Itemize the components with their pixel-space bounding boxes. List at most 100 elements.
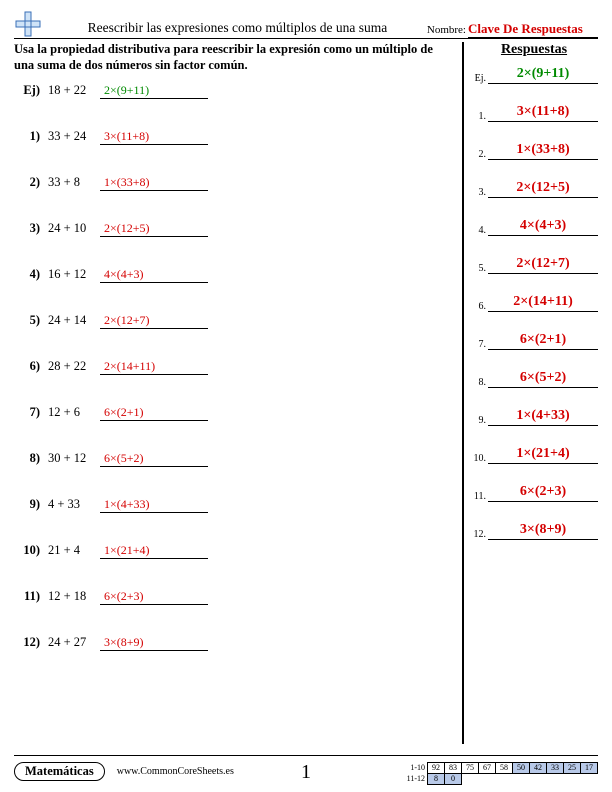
score-cell: 42 — [530, 763, 547, 774]
score-table: 1-10 92 83 75 67 58 50 42 33 25 17 11-12… — [401, 762, 598, 785]
answer-index: 8. — [470, 377, 486, 388]
problem-answer: 2×(12+5) — [100, 221, 208, 237]
problem-expression: 12 + 18 — [48, 589, 100, 604]
problem-row: 2) 33 + 8 1×(33+8) — [14, 175, 452, 191]
problem-number: 7) — [14, 405, 40, 420]
problem-answer: 2×(14+11) — [100, 359, 208, 375]
worksheet-page: Reescribir las expresiones como múltiplo… — [0, 0, 612, 792]
problem-row: 1) 33 + 24 3×(11+8) — [14, 129, 452, 145]
answer-value: 1×(4+33) — [488, 408, 598, 426]
problem-number: 10) — [14, 543, 40, 558]
problems-column: Usa la propiedad distributiva para reesc… — [14, 42, 460, 744]
answer-index: 7. — [470, 339, 486, 350]
problem-row: 8) 30 + 12 6×(5+2) — [14, 451, 452, 467]
answer-index: 12. — [470, 529, 486, 540]
score-cell: 92 — [428, 763, 445, 774]
score-cell: 25 — [564, 763, 581, 774]
problem-number: 2) — [14, 175, 40, 190]
problem-expression: 21 + 4 — [48, 543, 100, 558]
problem-row: 12) 24 + 27 3×(8+9) — [14, 635, 452, 651]
answer-value: 6×(5+2) — [488, 370, 598, 388]
problem-expression: 12 + 6 — [48, 405, 100, 420]
answer-index: 10. — [470, 453, 486, 464]
problem-expression: 33 + 24 — [48, 129, 100, 144]
answer-value: 2×(14+11) — [488, 294, 598, 312]
website-text: www.CommonCoreSheets.es — [117, 766, 234, 777]
answer-value: 2×(12+7) — [488, 256, 598, 274]
problem-answer: 1×(33+8) — [100, 175, 208, 191]
answer-line: 7. 6×(2+1) — [470, 332, 598, 350]
example-row: Ej) 18 + 22 2×(9+11) — [14, 83, 452, 99]
answer-index: 4. — [470, 225, 486, 236]
problem-row: 5) 24 + 14 2×(12+7) — [14, 313, 452, 329]
score-cell: 58 — [496, 763, 513, 774]
score-cell: 50 — [513, 763, 530, 774]
answer-value: 3×(11+8) — [488, 104, 598, 122]
problem-number: 5) — [14, 313, 40, 328]
problem-answer: 2×(12+7) — [100, 313, 208, 329]
answer-line: 8. 6×(5+2) — [470, 370, 598, 388]
problem-row: 6) 28 + 22 2×(14+11) — [14, 359, 452, 375]
answer-index: 5. — [470, 263, 486, 274]
answer-value: 2×(12+5) — [488, 180, 598, 198]
answer-value: 4×(4+3) — [488, 218, 598, 236]
answer-value: 3×(8+9) — [488, 522, 598, 540]
problem-number: 11) — [14, 589, 40, 604]
example-answer: 2×(9+11) — [100, 83, 208, 99]
instructions: Usa la propiedad distributiva para reesc… — [14, 42, 452, 73]
name-label: Nombre: — [427, 24, 466, 38]
problem-expression: 33 + 8 — [48, 175, 100, 190]
answer-value: 1×(33+8) — [488, 142, 598, 160]
plus-logo-icon — [14, 10, 42, 38]
answer-index: 2. — [470, 149, 486, 160]
answers-column: Respuestas Ej. 2×(9+11) 1. 3×(11+8) 2. 1… — [466, 42, 598, 744]
answer-line-example: Ej. 2×(9+11) — [470, 66, 598, 84]
score-cell: 8 — [428, 774, 445, 785]
answer-index: 3. — [470, 187, 486, 198]
subject-box: Matemáticas — [14, 762, 105, 781]
problem-expression: 24 + 10 — [48, 221, 100, 236]
problem-row: 11) 12 + 18 6×(2+3) — [14, 589, 452, 605]
answer-line: 9. 1×(4+33) — [470, 408, 598, 426]
problem-row: 10) 21 + 4 1×(21+4) — [14, 543, 452, 559]
problem-expression: 30 + 12 — [48, 451, 100, 466]
answers-title: Respuestas — [470, 42, 598, 58]
example-expression: 18 + 22 — [48, 83, 100, 98]
content: Usa la propiedad distributiva para reesc… — [14, 42, 598, 744]
answer-value: 6×(2+1) — [488, 332, 598, 350]
example-label: Ej) — [14, 83, 40, 98]
answer-line: 10. 1×(21+4) — [470, 446, 598, 464]
answer-line: 6. 2×(14+11) — [470, 294, 598, 312]
score-cell: 33 — [547, 763, 564, 774]
answer-line: 4. 4×(4+3) — [470, 218, 598, 236]
answer-line: 12. 3×(8+9) — [470, 522, 598, 540]
page-number: 1 — [301, 761, 311, 784]
answer-line: 11. 6×(2+3) — [470, 484, 598, 502]
problem-number: 6) — [14, 359, 40, 374]
score-row2-label: 11-12 — [401, 774, 428, 785]
score-cell: 75 — [462, 763, 479, 774]
problem-answer: 3×(11+8) — [100, 129, 208, 145]
problem-expression: 28 + 22 — [48, 359, 100, 374]
problem-row: 4) 16 + 12 4×(4+3) — [14, 267, 452, 283]
problem-number: 8) — [14, 451, 40, 466]
problem-number: 12) — [14, 635, 40, 650]
problem-expression: 24 + 27 — [48, 635, 100, 650]
answer-value: 6×(2+3) — [488, 484, 598, 502]
answer-index: Ej. — [470, 73, 486, 84]
footer: Matemáticas www.CommonCoreSheets.es 1 1-… — [14, 755, 598, 786]
answer-line: 5. 2×(12+7) — [470, 256, 598, 274]
score-cell: 83 — [445, 763, 462, 774]
score-cell: 67 — [479, 763, 496, 774]
problem-number: 9) — [14, 497, 40, 512]
header: Reescribir las expresiones como múltiplo… — [14, 8, 598, 39]
problem-number: 3) — [14, 221, 40, 236]
problem-expression: 4 + 33 — [48, 497, 100, 512]
column-divider — [462, 42, 464, 744]
score-row1-label: 1-10 — [401, 763, 428, 774]
answer-line: 3. 2×(12+5) — [470, 180, 598, 198]
problem-expression: 24 + 14 — [48, 313, 100, 328]
answer-index: 11. — [470, 491, 486, 502]
problem-expression: 16 + 12 — [48, 267, 100, 282]
problem-answer: 6×(5+2) — [100, 451, 208, 467]
